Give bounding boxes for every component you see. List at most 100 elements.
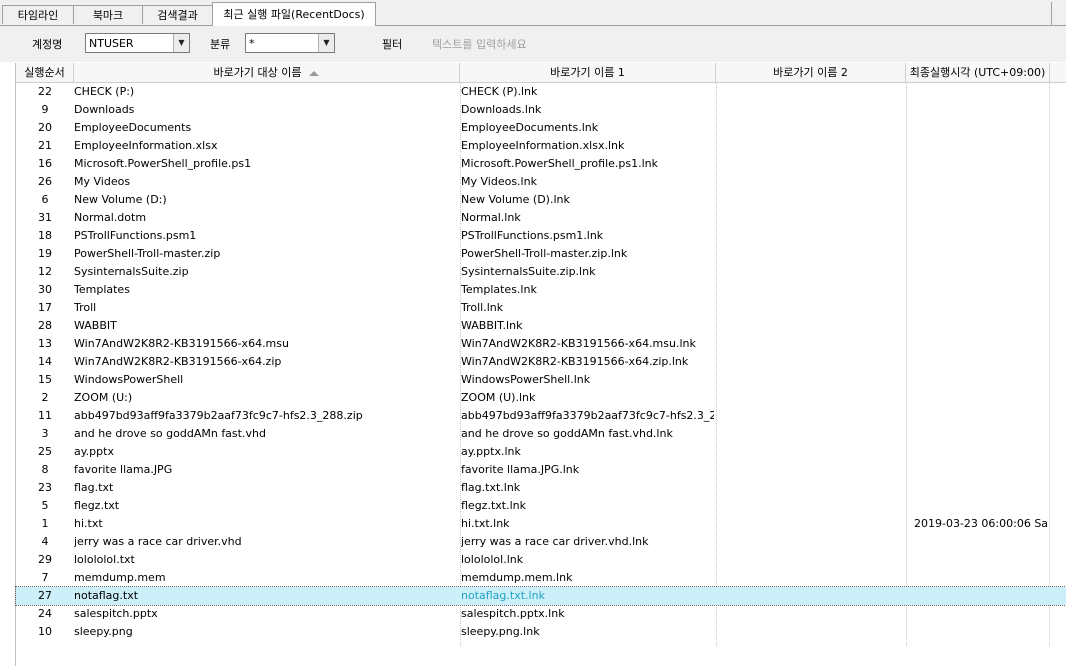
cell-last-run (914, 227, 1048, 245)
cell-target-name: abb497bd93aff9fa3379b2aaf73fc9c7-hfs2.3_… (74, 409, 363, 422)
table-row[interactable]: 19 PowerShell-Troll-master.zip PowerShell-… (16, 245, 1066, 263)
cell-last-run (914, 461, 1048, 479)
cell-order: 4 (41, 535, 49, 548)
cell-order: 14 (38, 355, 52, 368)
cell-name1: Downloads.lnk (461, 103, 542, 116)
category-select[interactable]: * ▼ (245, 33, 335, 53)
cell-last-run (914, 371, 1048, 389)
table-row[interactable]: 24 salespitch.pptx salespitch.pptx.lnk (16, 605, 1066, 623)
table-row[interactable]: 10 sleepy.png sleepy.png.lnk (16, 623, 1066, 641)
tab-search-results[interactable]: 검색결과 (142, 5, 213, 24)
table-row[interactable]: 25 ay.pptx ay.pptx.lnk (16, 443, 1066, 461)
cell-target-name: Downloads (74, 103, 135, 116)
cell-name2 (717, 497, 904, 515)
category-label: 분류 (210, 38, 231, 51)
chevron-down-icon[interactable]: ▼ (173, 34, 189, 52)
cell-target-name: WABBIT (74, 319, 117, 332)
table-row[interactable]: 2 ZOOM (U:) ZOOM (U).lnk (16, 389, 1066, 407)
cell-order: 11 (38, 409, 52, 422)
column-header-target-name[interactable]: 바로가기 대상 이름 (74, 63, 460, 82)
cell-order: 1 (41, 517, 49, 530)
table-row[interactable]: 5 flegz.txt flegz.txt.lnk (16, 497, 1066, 515)
cell-name2 (717, 173, 904, 191)
column-header-name1[interactable]: 바로가기 이름 1 (460, 63, 716, 82)
account-label: 계정명 (32, 38, 63, 51)
table-row[interactable]: 23 flag.txt flag.txt.lnk (16, 479, 1066, 497)
cell-name2 (717, 137, 904, 155)
table-row[interactable]: 27 notaflag.txt notaflag.txt.lnk (15, 586, 1066, 606)
table-row[interactable]: 14 Win7AndW2K8R2-KB3191566-x64.zip Win7And… (16, 353, 1066, 371)
table-row[interactable]: 28 WABBIT WABBIT.lnk (16, 317, 1066, 335)
account-select[interactable]: NTUSER ▼ (85, 33, 190, 53)
cell-name1: flegz.txt.lnk (461, 499, 526, 512)
table-row[interactable]: 11 abb497bd93aff9fa3379b2aaf73fc9c7-hfs2.… (16, 407, 1066, 425)
cell-target-name: Troll (74, 301, 97, 314)
cell-name2 (717, 515, 904, 533)
column-header-name2[interactable]: 바로가기 이름 2 (716, 63, 906, 82)
cell-order: 2 (41, 391, 49, 404)
cell-name2 (717, 551, 904, 569)
table-row[interactable]: 8 favorite llama.JPG favorite llama.JPG.ln… (16, 461, 1066, 479)
cell-order: 30 (38, 283, 52, 296)
table-row[interactable]: 21 EmployeeInformation.xlsx EmployeeInform… (16, 137, 1066, 155)
tab-strip: 타임라인 북마크 검색결과 최근 실행 파일(RecentDocs) (0, 0, 1066, 26)
cell-name2 (717, 245, 904, 263)
cell-name2 (717, 101, 904, 119)
cell-order: 16 (38, 157, 52, 170)
cell-target-name: and he drove so goddAMn fast.vhd (74, 427, 266, 440)
table-body: 22 CHECK (P:) CHECK (P).lnk 9 Downloads Downl… (15, 83, 1066, 641)
column-header-last-run[interactable]: 최종실행시각 (UTC+09:00) (906, 63, 1050, 82)
cell-order: 20 (38, 121, 52, 134)
cell-name1: flag.txt.lnk (461, 481, 521, 494)
cell-target-name: hi.txt (74, 517, 103, 530)
cell-last-run (914, 209, 1048, 227)
table-row[interactable]: 26 My Videos My Videos.lnk (16, 173, 1066, 191)
table-row[interactable]: 6 New Volume (D:) New Volume (D).lnk (16, 191, 1066, 209)
tab-bookmark[interactable]: 북마크 (73, 5, 143, 24)
tab-recent-docs[interactable]: 최근 실행 파일(RecentDocs) (212, 2, 376, 26)
cell-name2 (717, 605, 904, 623)
cell-last-run (914, 317, 1048, 335)
table-row[interactable]: 4 jerry was a race car driver.vhd jerry wa… (16, 533, 1066, 551)
table-row[interactable]: 3 and he drove so goddAMn fast.vhd and he … (16, 425, 1066, 443)
cell-target-name: PowerShell-Troll-master.zip (74, 247, 221, 260)
table-row[interactable]: 12 SysinternalsSuite.zip SysinternalsSuite… (16, 263, 1066, 281)
cell-order: 26 (38, 175, 52, 188)
sort-ascending-icon (309, 70, 320, 76)
table-row[interactable]: 30 Templates Templates.lnk (16, 281, 1066, 299)
tab-timeline[interactable]: 타임라인 (2, 5, 74, 24)
table-row[interactable]: 22 CHECK (P:) CHECK (P).lnk (16, 83, 1066, 101)
filter-input[interactable]: 텍스트를 입력하세요 (432, 36, 527, 52)
cell-last-run (914, 245, 1048, 263)
table-row[interactable]: 18 PSTrollFunctions.psm1 PSTrollFunctions.… (16, 227, 1066, 245)
cell-target-name: flag.txt (74, 481, 114, 494)
cell-last-run (914, 533, 1048, 551)
cell-order: 22 (38, 85, 52, 98)
cell-name1: favorite llama.JPG.lnk (461, 463, 580, 476)
cell-name1: and he drove so goddAMn fast.vhd.lnk (461, 427, 673, 440)
cell-target-name: lolololol.txt (74, 553, 135, 566)
column-header-order[interactable]: 실행순서 (16, 63, 74, 82)
cell-name1: lolololol.lnk (461, 553, 524, 566)
cell-target-name: memdump.mem (74, 571, 166, 584)
cell-name1: sleepy.png.lnk (461, 625, 540, 638)
table-row[interactable]: 20 EmployeeDocuments EmployeeDocuments.lnk (16, 119, 1066, 137)
table-row[interactable]: 17 Troll Troll.lnk (16, 299, 1066, 317)
cell-last-run (914, 191, 1048, 209)
table-row[interactable]: 7 memdump.mem memdump.mem.lnk (16, 569, 1066, 587)
table-row[interactable]: 1 hi.txt hi.txt.lnk 2019-03-23 06:00:06 Sat (16, 515, 1066, 533)
table-row[interactable]: 16 Microsoft.PowerShell_profile.ps1 Micros… (16, 155, 1066, 173)
table-row[interactable]: 29 lolololol.txt lolololol.lnk (16, 551, 1066, 569)
table-row[interactable]: 13 Win7AndW2K8R2-KB3191566-x64.msu Win7And… (16, 335, 1066, 353)
cell-order: 7 (41, 571, 49, 584)
table-row[interactable]: 31 Normal.dotm Normal.lnk (16, 209, 1066, 227)
cell-name1: Normal.lnk (461, 211, 521, 224)
cell-target-name: WindowsPowerShell (74, 373, 184, 386)
table-row[interactable]: 9 Downloads Downloads.lnk (16, 101, 1066, 119)
cell-target-name: flegz.txt (74, 499, 120, 512)
cell-last-run (914, 479, 1048, 497)
table-row[interactable]: 15 WindowsPowerShell WindowsPowerShell.lnk (16, 371, 1066, 389)
cell-last-run (914, 137, 1048, 155)
cell-order: 29 (38, 553, 52, 566)
chevron-down-icon[interactable]: ▼ (318, 34, 334, 52)
